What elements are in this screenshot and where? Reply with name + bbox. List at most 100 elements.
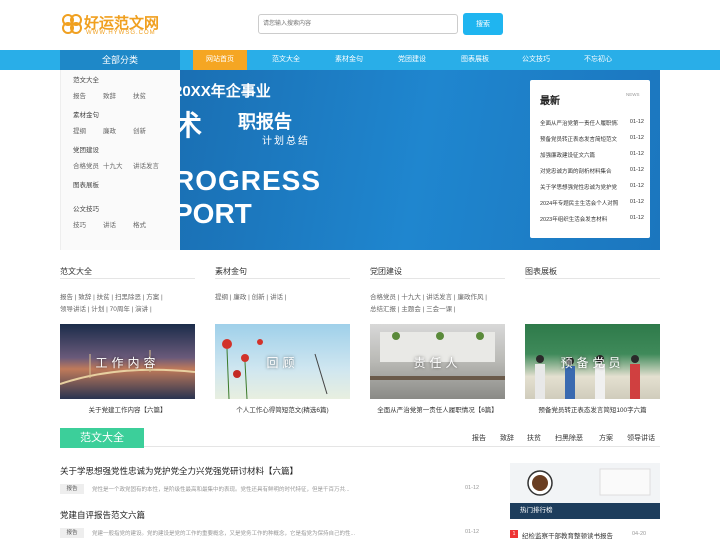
banner-english-2: PORT [180,198,252,229]
section-tab-fanwen[interactable]: 范文大全 [60,428,144,448]
column-link[interactable]: 总结汇报 [370,306,396,313]
latest-item[interactable]: 2024年专题民主生活会个人对照 01-12 [540,199,644,211]
latest-item-date: 01-12 [629,119,644,125]
latest-item-title: 关于学思想强党性忠诚为党护党 [540,185,618,191]
category-link[interactable]: 技巧 [73,219,86,229]
column-link[interactable]: 领导讲话 [60,306,86,313]
card-image-flowers[interactable]: 回顾 [215,324,350,399]
article-title[interactable]: 关于学思想强党性忠诚为党护党全力兴党强党研讨材料【六篇】 [60,465,298,477]
column-title-fanwen[interactable]: 范文大全 [60,266,92,277]
column-link[interactable]: 70周年 [110,306,130,313]
latest-title: 最新 [540,96,560,107]
card-image-office[interactable]: 责任人 [370,324,505,399]
category-link[interactable]: 创新 [133,125,146,135]
column-link[interactable]: 廉政作风 [457,294,483,301]
section-link[interactable]: 方案 [599,433,613,443]
category-title[interactable]: 范文大全 [73,74,99,84]
column-link[interactable]: 提纲 [215,294,228,301]
article-tag[interactable]: 报告 [60,528,84,538]
latest-panel: 最新 NEWS 全面从严治党第一责任人履职情况 01-12 预备党员转正表态发言简… [530,80,650,238]
category-title[interactable]: 公文技巧 [73,203,99,213]
column-link[interactable]: 创新 [252,294,265,301]
card-caption[interactable]: 个人工作心得简短范文(精选6篇) [215,404,350,414]
latest-item-title: 2023年组织生活会发言材料 [540,217,608,223]
nav-item-fanwen[interactable]: 范文大全 [259,50,313,70]
section-link[interactable]: 致辞 [500,433,514,443]
card-caption[interactable]: 预备党员转正表态发言简短100字六篇 [525,404,660,414]
column-link[interactable]: 主题会 [401,306,421,313]
column-links: 总结汇报 | 主题会 | 三会一课 | [370,306,456,313]
article-date: 01-12 [465,485,480,491]
nav-item-buwang[interactable]: 不忘初心 [571,50,625,70]
hot-item-title[interactable]: 纪检监察干部教育整顿读书报告 [522,530,626,540]
section-link[interactable]: 扶贫 [527,433,541,443]
card-caption[interactable]: 关于党建工作内容【六篇】 [60,404,195,414]
nav-all-categories[interactable]: 全部分类 [60,50,180,70]
column-link[interactable]: 廉政 [233,294,246,301]
section-link[interactable]: 领导讲话 [627,433,655,443]
category-link[interactable]: 致辞 [103,90,116,100]
card-image-bridge[interactable]: 工作内容 [60,324,195,399]
nav-item-dangtuan[interactable]: 党团建设 [385,50,439,70]
category-link[interactable]: 报告 [73,90,86,100]
category-title[interactable]: 素材金句 [73,109,99,119]
card-caption[interactable]: 全面从严治党第一责任人履职情况【6篇】 [370,404,505,414]
nav-item-tubiao[interactable]: 图表展板 [448,50,502,70]
nav-item-home[interactable]: 网站首页 [193,50,247,70]
card-image-classroom[interactable]: 预备党员 [525,324,660,399]
category-link[interactable]: 扶贫 [133,90,146,100]
latest-item-date: 01-12 [629,135,644,141]
nav-item-sucai[interactable]: 素材金句 [322,50,376,70]
column-title-tubiao[interactable]: 图表展板 [525,266,557,277]
column-link[interactable]: 讲话 [270,294,283,301]
article-date: 01-12 [465,529,480,535]
column-title-dangtuan[interactable]: 党团建设 [370,266,402,277]
card-overlay-text: 工作内容 [95,356,160,370]
latest-item-date: 01-12 [629,199,644,205]
category-link[interactable]: 合格党员 [73,160,99,170]
category-link[interactable]: 十九大 [103,160,123,170]
card-overlay-text: 责任人 [413,356,462,370]
column-divider [525,278,660,279]
latest-item[interactable]: 加强廉政建设征文六篇 01-12 [540,151,644,163]
latest-item[interactable]: 关于学思想强党性忠诚为党护党 01-12 [540,183,644,195]
column-divider [215,278,350,279]
section-divider [60,446,660,447]
latest-item-title: 2024年专题民主生活会个人对照 [540,201,618,207]
hot-rank-number: 1 [510,530,518,538]
latest-item[interactable]: 全面从严治党第一责任人履职情况 01-12 [540,119,644,131]
category-dropdown: 范文大全 报告 致辞 扶贫 素材金句 提纲 廉政 创新 党团建设 合格党员 十九… [60,70,180,250]
category-link[interactable]: 讲话 [103,219,116,229]
latest-item-title: 全面从严治党第一责任人履职情况 [540,121,618,127]
category-link[interactable]: 提纲 [73,125,86,135]
search-button[interactable]: 搜索 [463,13,503,35]
column-divider [60,278,195,279]
category-title[interactable]: 图表展板 [73,179,99,189]
section-link[interactable]: 报告 [472,433,486,443]
category-link[interactable]: 格式 [133,219,146,229]
column-link[interactable]: 演讲 [135,306,148,313]
latest-item[interactable]: 预备党员转正表态发言简短范文 01-12 [540,135,644,147]
latest-item-title: 加强廉政建设征文六篇 [540,153,596,159]
column-title-sucai[interactable]: 素材金句 [215,266,247,277]
latest-item[interactable]: 对党忠诚方面的剖析材料集合 01-12 [540,167,644,179]
hot-ranking-label[interactable]: 热门排行榜 [510,503,660,519]
column-link[interactable]: 三会一课 [426,306,452,313]
latest-item-date: 01-12 [629,151,644,157]
nav-item-gongwen[interactable]: 公文技巧 [509,50,563,70]
latest-item-title: 预备党员转正表态发言简短范文 [540,137,618,143]
category-title[interactable]: 党团建设 [73,144,99,154]
banner-big-char: 术 [180,110,203,141]
section-link[interactable]: 扫黑除恶 [555,433,583,443]
search-input[interactable] [258,14,458,34]
article-title[interactable]: 党建自评报告范文六篇 [60,509,145,521]
column-link[interactable]: 计划 [91,306,104,313]
category-link[interactable]: 讲话发言 [133,160,159,170]
site-logo[interactable]: 好运范文网 WWW.HYWSG.COM [60,12,180,40]
category-link[interactable]: 廉政 [103,125,116,135]
site-url: WWW.HYWSG.COM [86,30,156,36]
article-tag[interactable]: 报告 [60,484,84,494]
banner-english-1: ROGRESS [180,165,322,196]
latest-item[interactable]: 2023年组织生活会发言材料 01-12 [540,215,644,227]
hot-item-date: 04-20 [632,531,647,537]
